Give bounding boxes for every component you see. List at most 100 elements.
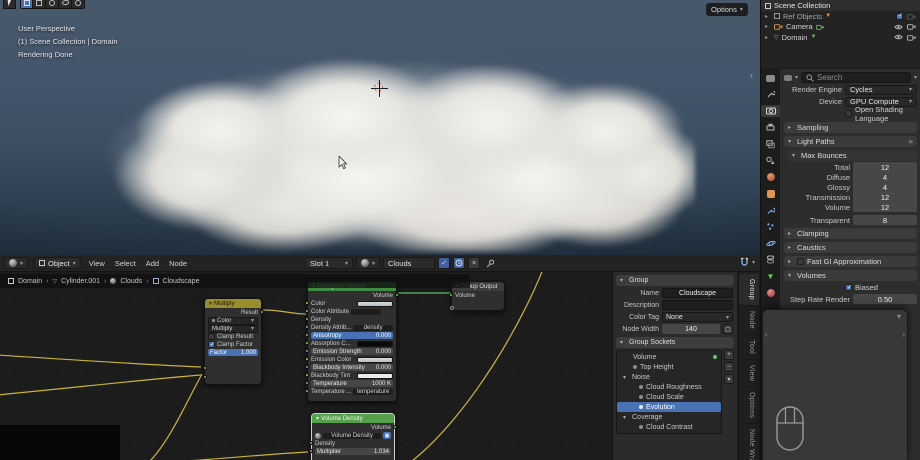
volume-slider[interactable]: 12 — [853, 202, 917, 212]
volumes-panel-header[interactable]: ▾ Volumes — [784, 270, 917, 281]
light-paths-panel-header[interactable]: ▾ Light Paths ≡ — [784, 136, 917, 147]
node-width-slider[interactable]: 140 — [662, 324, 720, 334]
absorption-swatch[interactable] — [357, 340, 393, 347]
socket-evolution-selected[interactable]: Evolution — [617, 402, 721, 412]
node-principled-volume[interactable]: ▾Principled Volume Volume Color Color At… — [305, 281, 399, 402]
operation-dropdown[interactable]: Multiply ▾ — [208, 324, 258, 333]
temperature-attr-field[interactable]: temperature — [353, 388, 393, 395]
snap-magnet-icon[interactable] — [740, 257, 749, 267]
multiplier-slider[interactable]: Multiplier 1.034 — [315, 448, 391, 455]
temperature-row[interactable]: Temperature 1000 K — [305, 380, 393, 387]
tab-view-layer[interactable] — [763, 138, 778, 150]
density-attr-field[interactable]: density — [353, 324, 393, 331]
unlink-material-button[interactable]: × — [468, 257, 481, 269]
camera-visibility-icon[interactable] — [907, 13, 916, 20]
3d-viewport[interactable]: User Perspective (1) Scene Collection | … — [0, 0, 760, 255]
camera-visibility-icon[interactable] — [907, 34, 916, 41]
color-attribute-socket[interactable] — [305, 309, 309, 313]
tab-render[interactable] — [761, 105, 780, 117]
caustics-panel-header[interactable]: ▸ Caustics — [784, 242, 917, 253]
glossy-slider[interactable]: 4 — [853, 182, 917, 192]
multiplier-row[interactable]: Multiplier 1.034 — [309, 448, 391, 455]
user-count-badge[interactable]: ▣ — [383, 432, 391, 439]
expand-icon[interactable]: ▸ — [765, 34, 771, 41]
tab-group[interactable]: Group — [739, 274, 759, 306]
color-swatch[interactable] — [357, 300, 393, 307]
tab-node[interactable]: Node — [739, 306, 759, 335]
input-socket-a[interactable] — [203, 366, 207, 370]
blackbody-intensity-slider[interactable]: Blackbody Intensity 0.000 — [311, 364, 393, 371]
tool-select-box[interactable] — [20, 0, 33, 9]
presets-icon[interactable]: ≡ — [909, 137, 913, 146]
output-socket[interactable] — [260, 310, 264, 314]
remove-socket-button[interactable]: − — [724, 362, 734, 372]
socket-panel-noise[interactable]: ▾ Noise — [617, 372, 721, 382]
tab-data[interactable]: ▼ — [763, 270, 778, 282]
chevron-down-icon[interactable]: ▾ — [752, 259, 755, 266]
tab-view[interactable]: View — [739, 360, 759, 388]
hide-eye-icon[interactable] — [894, 34, 903, 40]
tab-constraints[interactable] — [763, 254, 778, 266]
tool-select-lasso[interactable] — [59, 0, 72, 9]
color-tag-dropdown[interactable]: None ▾ — [662, 312, 733, 322]
animate-property-icon[interactable]: ▢ — [723, 324, 733, 334]
clamp-factor-checkbox[interactable] — [208, 341, 215, 348]
clamp-factor-row[interactable]: Clamp Factor — [208, 341, 258, 348]
temperature-slider[interactable]: Temperature 1000 K — [311, 380, 393, 387]
total-slider[interactable]: 12 — [853, 162, 917, 172]
density-input-row[interactable]: Density — [309, 440, 391, 447]
blackbody-tint-row[interactable]: Blackbody Tint — [305, 372, 393, 379]
fast-gi-checkbox[interactable] — [797, 258, 804, 265]
tab-object[interactable] — [763, 188, 778, 200]
socket-cloud-coverage[interactable]: Cloud Coverage — [617, 432, 721, 433]
breadcrumb-material[interactable]: Clouds — [120, 278, 142, 285]
volume-output-socket[interactable] — [395, 293, 399, 297]
emission-strength-row[interactable]: Emission Strength 0.000 — [305, 348, 393, 355]
group-sockets-header[interactable]: ▾ Group Sockets — [616, 337, 734, 348]
absorption-row[interactable]: Absorption C... — [305, 340, 393, 347]
editor-type-button[interactable]: ▾ — [4, 257, 29, 269]
color-row[interactable]: Color — [305, 300, 393, 307]
blackbody-intensity-socket[interactable] — [305, 365, 309, 369]
density-row[interactable]: Density — [305, 316, 393, 323]
pin-icon[interactable] — [486, 259, 495, 268]
breadcrumb-domain[interactable]: Domain — [18, 278, 42, 285]
outliner-root-row[interactable]: Scene Collection — [761, 0, 920, 11]
outliner-row-ref-objects[interactable]: ▸ Ref Objects ▼ — [761, 11, 920, 22]
density-socket[interactable] — [305, 317, 309, 321]
factor-row[interactable]: Factor 1.000 — [208, 349, 258, 356]
panel-collapse-arrow[interactable]: ‹ — [750, 70, 753, 80]
socket-top-height[interactable]: Top Height — [617, 362, 721, 372]
color-attribute-field[interactable] — [351, 308, 382, 315]
active-tool-icon[interactable] — [3, 0, 16, 9]
osl-checkbox[interactable] — [845, 110, 852, 117]
tab-options[interactable]: Options — [739, 387, 759, 425]
output-row[interactable]: Result — [208, 309, 264, 316]
menu-view[interactable]: View — [87, 259, 107, 268]
breadcrumb-nodegroup[interactable]: Cloudscape — [163, 278, 200, 285]
tab-scene[interactable] — [763, 155, 778, 167]
tab-node-wrangler[interactable]: Node Wrangler — [739, 424, 759, 460]
volume-input-socket[interactable] — [449, 293, 453, 297]
color-attribute-row[interactable]: Color Attribute — [305, 308, 393, 315]
shader-editor[interactable]: ▾ Object ▾ View Select Add Node Slot 1 ▾ ▾… — [0, 255, 760, 460]
tool-select-tweak[interactable] — [33, 0, 46, 9]
diffuse-slider[interactable]: 4 — [853, 172, 917, 182]
blackbody-intensity-row[interactable]: Blackbody Intensity 0.000 — [305, 364, 393, 371]
browse-material-button[interactable]: ▾ — [356, 257, 381, 269]
outliner-row-camera[interactable]: ▸ Camera — [761, 22, 920, 33]
tool-select-circle[interactable] — [46, 0, 59, 9]
hide-eye-icon[interactable] — [894, 24, 903, 30]
socket-specials-button[interactable]: ▾ — [724, 374, 734, 384]
density-attr-socket[interactable] — [305, 325, 309, 329]
socket-cloud-scale[interactable]: Cloud Scale — [617, 392, 721, 402]
socket-cloud-roughness[interactable]: Cloud Roughness — [617, 382, 721, 392]
empty-socket[interactable] — [450, 306, 454, 310]
emission-color-row[interactable]: Emission Color — [305, 356, 393, 363]
node-multiply[interactable]: ▾ Multiply Result Color ▾ Multiply ▾ Clamp … — [203, 298, 264, 385]
group-name-field[interactable]: Volume Density — [323, 432, 381, 439]
factor-slider[interactable]: Factor 1.000 — [208, 349, 258, 356]
chevron-down-icon[interactable]: ▾ — [897, 312, 901, 321]
max-bounces-subpanel-header[interactable]: ▾ Max Bounces — [788, 150, 917, 161]
temperature-socket[interactable] — [305, 381, 309, 385]
